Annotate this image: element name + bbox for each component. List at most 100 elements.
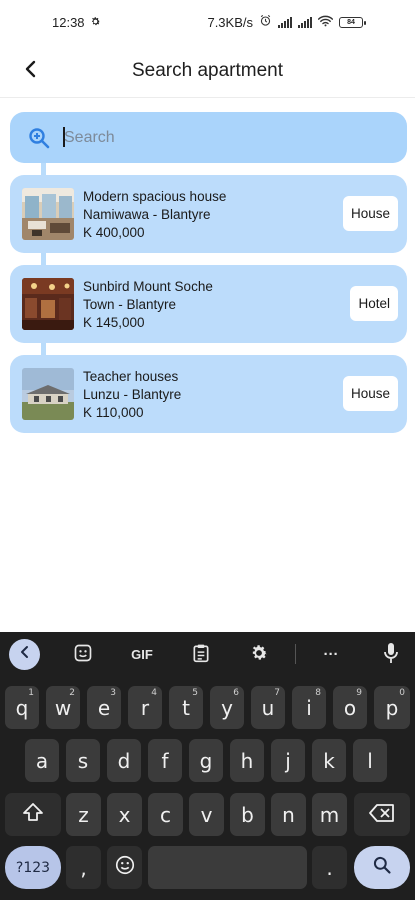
listing-price: K 145,000	[83, 314, 145, 330]
listing-name: Teacher houses	[83, 368, 179, 384]
clipboard-button[interactable]	[186, 639, 216, 669]
key-w[interactable]: w2	[46, 686, 80, 729]
key-u[interactable]: u7	[251, 686, 285, 729]
keyboard-settings-button[interactable]	[244, 639, 274, 669]
battery-icon: 84	[339, 16, 366, 28]
shift-icon	[22, 802, 44, 827]
key-k[interactable]: k	[312, 739, 346, 782]
key-m[interactable]: m	[312, 793, 347, 836]
key-x[interactable]: x	[107, 793, 142, 836]
key-n[interactable]: n	[271, 793, 306, 836]
key-p[interactable]: p0	[374, 686, 410, 729]
key-label: q	[15, 695, 29, 720]
emoji-key[interactable]	[107, 846, 142, 889]
key-a[interactable]: a	[25, 739, 59, 782]
keyboard-collapse-button[interactable]	[9, 639, 40, 670]
symbols-key[interactable]: ?123	[5, 846, 61, 889]
key-label: o	[343, 695, 357, 720]
clipboard-icon	[192, 643, 210, 666]
listing-card[interactable]: Modern spacious house Namiwawa - Blantyr…	[10, 175, 407, 253]
key-t[interactable]: t5	[169, 686, 203, 729]
key-hint: 6	[233, 688, 239, 698]
connector-line	[41, 253, 46, 265]
key-l[interactable]: l	[353, 739, 387, 782]
wifi-icon	[317, 15, 334, 30]
key-i[interactable]: i8	[292, 686, 326, 729]
emoji-icon	[114, 854, 136, 881]
key-hint: 9	[356, 688, 362, 698]
status-bar: 12:38 7.3KB/s 84	[0, 0, 415, 44]
more-button[interactable]: ···	[316, 639, 346, 669]
key-j[interactable]: j	[271, 739, 305, 782]
key-z[interactable]: z	[66, 793, 101, 836]
period-key[interactable]: .	[312, 846, 347, 889]
listing-location: Namiwawa - Blantyre	[83, 206, 211, 222]
network-speed: 7.3KB/s	[207, 14, 253, 30]
key-hint: 1	[28, 688, 34, 698]
key-label: i	[306, 695, 312, 720]
listing-card[interactable]: Teacher houses Lunzu - Blantyre K 110,00…	[10, 355, 407, 433]
toolbar-divider	[295, 644, 296, 664]
key-r[interactable]: r4	[128, 686, 162, 729]
listing-location: Town - Blantyre	[83, 296, 177, 312]
listing-thumbnail	[22, 278, 74, 330]
chevron-left-icon	[23, 60, 39, 83]
shift-key[interactable]	[5, 793, 61, 836]
key-label: r	[140, 695, 150, 720]
gear-icon	[90, 15, 101, 30]
back-button[interactable]	[14, 54, 48, 88]
listing-name: Sunbird Mount Soche	[83, 278, 213, 294]
listing-type-badge: House	[342, 376, 398, 411]
key-label: e	[97, 695, 111, 720]
key-g[interactable]: g	[189, 739, 223, 782]
alarm-icon	[259, 14, 272, 30]
signal-icon	[298, 16, 312, 28]
key-hint: 0	[399, 688, 405, 698]
backspace-key[interactable]	[354, 793, 410, 836]
space-key[interactable]	[148, 846, 307, 889]
key-d[interactable]: d	[107, 739, 141, 782]
listing-name: Modern spacious house	[83, 188, 227, 204]
connector-line	[41, 343, 46, 355]
microphone-icon	[383, 642, 399, 667]
search-input[interactable]	[64, 128, 364, 147]
key-h[interactable]: h	[230, 739, 264, 782]
keyboard-search-key[interactable]	[354, 846, 410, 889]
listing-location: Lunzu - Blantyre	[83, 386, 182, 402]
key-label: w	[54, 695, 72, 720]
listing-price: K 110,000	[83, 404, 144, 420]
search-bar[interactable]	[10, 112, 407, 163]
sticker-icon	[73, 643, 93, 666]
key-s[interactable]: s	[66, 739, 100, 782]
keyboard-toolbar: GIF ···	[0, 632, 415, 676]
sticker-button[interactable]	[68, 639, 98, 669]
listing-price: K 400,000	[83, 224, 145, 240]
key-v[interactable]: v	[189, 793, 224, 836]
key-label: u	[261, 695, 275, 720]
key-label: t	[182, 695, 190, 720]
key-y[interactable]: y6	[210, 686, 244, 729]
connector-line	[41, 163, 46, 175]
voice-input-button[interactable]	[376, 639, 406, 669]
key-e[interactable]: e3	[87, 686, 121, 729]
key-f[interactable]: f	[148, 739, 182, 782]
key-hint: 2	[69, 688, 75, 698]
key-o[interactable]: o9	[333, 686, 367, 729]
text-cursor	[63, 127, 65, 147]
listing-thumbnail	[22, 368, 74, 420]
battery-level: 84	[347, 18, 355, 26]
page-title: Search apartment	[131, 59, 284, 81]
search-icon	[372, 855, 392, 880]
gif-button[interactable]: GIF	[127, 639, 157, 669]
key-hint: 7	[274, 688, 280, 698]
key-label: p	[385, 695, 399, 720]
listing-card[interactable]: Sunbird Mount Soche Town - Blantyre K 14…	[10, 265, 407, 343]
key-q[interactable]: q1	[5, 686, 39, 729]
key-b[interactable]: b	[230, 793, 265, 836]
signal-icon	[278, 16, 292, 28]
key-hint: 4	[151, 688, 157, 698]
listing-thumbnail	[22, 188, 74, 240]
comma-key[interactable]: ,	[66, 846, 101, 889]
key-c[interactable]: c	[148, 793, 183, 836]
backspace-icon	[369, 803, 395, 827]
